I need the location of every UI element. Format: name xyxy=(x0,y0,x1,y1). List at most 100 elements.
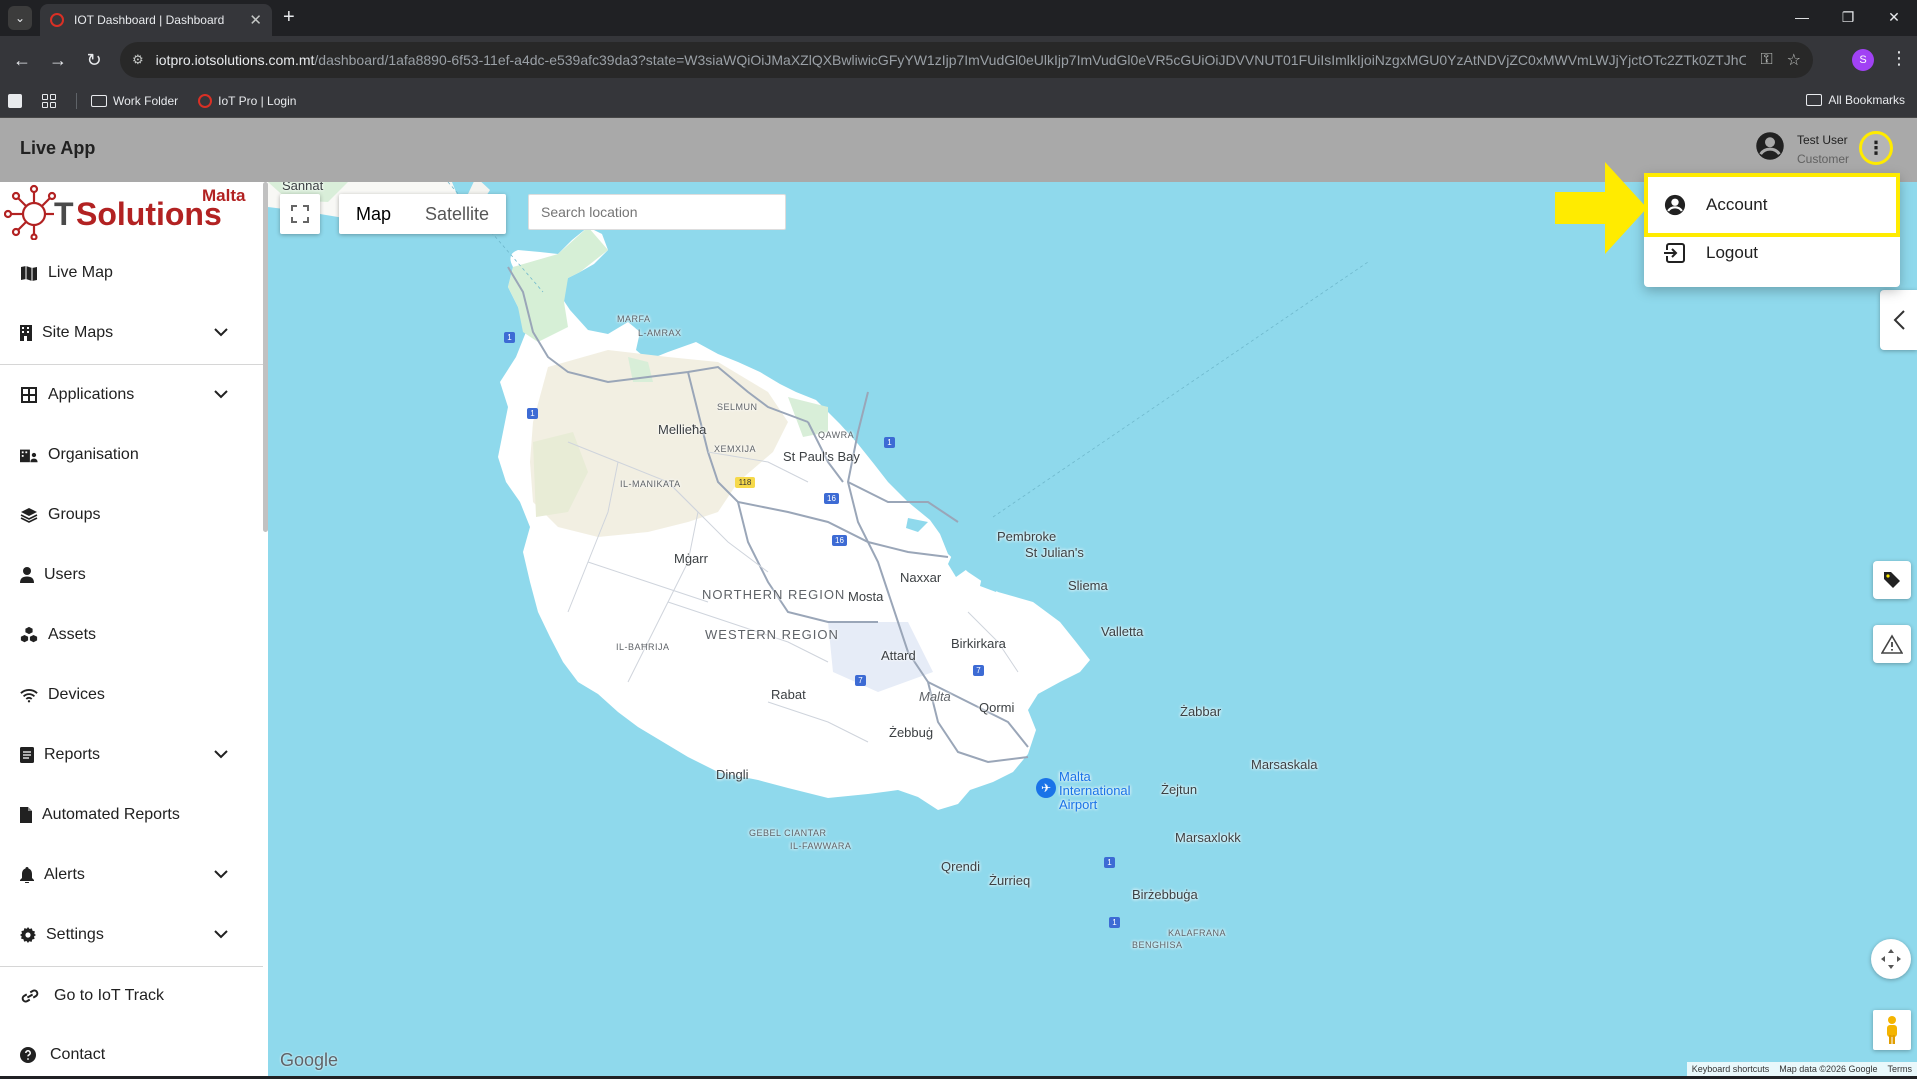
menu-item-label: Account xyxy=(1706,195,1767,215)
new-tab-icon[interactable]: + xyxy=(283,7,295,27)
sidebar-item-groups[interactable]: Groups xyxy=(0,491,260,539)
tab-groups-icon[interactable] xyxy=(42,94,56,108)
map-label: Mellieħa xyxy=(658,422,706,437)
sidebar-item-settings[interactable]: Settings xyxy=(0,911,260,959)
road-shield: 1 xyxy=(527,408,538,419)
map-label: XEMXIJA xyxy=(714,444,756,454)
profile-avatar[interactable]: S xyxy=(1852,49,1874,71)
bookmark-iot-pro-login[interactable]: IoT Pro | Login xyxy=(198,94,296,108)
sidebar-item-alerts[interactable]: Alerts xyxy=(0,851,260,899)
map-label: IL-BAĦRIJA xyxy=(616,642,670,652)
warning-icon xyxy=(1881,634,1903,654)
restore-icon[interactable]: ❐ xyxy=(1825,0,1871,34)
apps-square-icon[interactable] xyxy=(8,94,22,108)
bell-icon xyxy=(20,866,34,884)
map-label: Birżebbuġa xyxy=(1132,887,1198,902)
road-shield: 1 xyxy=(1109,917,1120,928)
reload-icon[interactable]: ↻ xyxy=(82,48,106,72)
sidebar-item-organisation[interactable]: Organisation xyxy=(0,431,260,479)
map-data-text: Map data ©2026 Google xyxy=(1774,1064,1882,1074)
airport-icon[interactable]: ✈ xyxy=(1036,778,1056,798)
map-label: QAWRA xyxy=(818,430,854,440)
map-icon xyxy=(20,264,38,282)
tab-search-icon[interactable]: ⌄ xyxy=(8,6,32,30)
map-label: IL-FAWWARA xyxy=(790,841,851,851)
all-bookmarks-label: All Bookmarks xyxy=(1828,93,1905,107)
alert-button[interactable] xyxy=(1873,625,1911,663)
browser-menu-icon[interactable]: ⋮ xyxy=(1890,48,1908,69)
browser-tab-bar: ⌄ IOT Dashboard | Dashboard ✕ + — ❐ ✕ xyxy=(0,0,1917,36)
menu-item-logout[interactable]: Logout xyxy=(1644,229,1900,277)
map-type-satellite-button[interactable]: Satellite xyxy=(408,194,506,234)
menu-item-account[interactable]: Account xyxy=(1644,181,1900,229)
minimize-icon[interactable]: — xyxy=(1779,0,1825,34)
all-bookmarks[interactable]: All Bookmarks xyxy=(1806,93,1905,107)
map-canvas[interactable]: Sannat MARFA L-AMRAX SELMUN Mellieħa QAW… xyxy=(268,182,1917,1076)
sidebar-item-live-map[interactable]: Live Map xyxy=(0,249,260,297)
tag-button[interactable] xyxy=(1873,561,1911,599)
sidebar-item-reports[interactable]: Reports xyxy=(0,731,260,779)
chevron-down-icon xyxy=(212,925,230,943)
tab-close-icon[interactable]: ✕ xyxy=(249,11,262,29)
tab-title: IOT Dashboard | Dashboard xyxy=(74,13,249,27)
cubes-icon xyxy=(20,626,38,644)
map-label: Sliema xyxy=(1068,578,1108,593)
sidebar-item-label: Devices xyxy=(48,686,105,704)
sidebar-item-go-to-iot-track[interactable]: Go to IoT Track xyxy=(0,972,260,1020)
sidebar-item-contact[interactable]: Contact xyxy=(0,1031,260,1079)
street-view-pegman[interactable] xyxy=(1873,1010,1911,1050)
user-menu-button[interactable]: ⋮ xyxy=(1859,131,1893,165)
chevron-down-icon xyxy=(212,865,230,883)
logout-icon xyxy=(1664,242,1686,264)
account-circle-icon[interactable] xyxy=(1755,131,1785,161)
sidebar-item-site-maps[interactable]: Site Maps xyxy=(0,309,260,357)
sidebar-item-label: Live Map xyxy=(48,264,113,282)
account-circle-icon xyxy=(1664,194,1686,216)
iot-solutions-logo[interactable]: T Solutions Malta xyxy=(4,184,258,240)
password-key-icon[interactable]: ⚿ xyxy=(1760,51,1772,69)
sidebar-item-devices[interactable]: Devices xyxy=(0,671,260,719)
browser-toolbar: ← → ↻ ⚙ iotpro.iotsolutions.com.mt/dashb… xyxy=(0,36,1917,84)
collapse-panel-button[interactable] xyxy=(1880,290,1917,350)
forward-icon[interactable]: → xyxy=(46,48,70,72)
road-shield: 1 xyxy=(884,437,895,448)
fullscreen-button[interactable] xyxy=(280,194,320,234)
map-label: Qrendi xyxy=(941,859,980,874)
keyboard-shortcuts-link[interactable]: Keyboard shortcuts xyxy=(1687,1064,1775,1074)
sidebar-item-users[interactable]: Users xyxy=(0,551,260,599)
window-close-icon[interactable]: ✕ xyxy=(1871,0,1917,34)
url-text: iotpro.iotsolutions.com.mt/dashboard/1af… xyxy=(156,52,1747,68)
sidebar-divider xyxy=(0,364,263,365)
search-location-input[interactable] xyxy=(528,194,786,230)
browser-tab[interactable]: IOT Dashboard | Dashboard ✕ xyxy=(40,4,272,36)
map-label: Valletta xyxy=(1101,624,1143,639)
arrow-right-icon xyxy=(1555,162,1647,254)
back-icon[interactable]: ← xyxy=(10,48,34,72)
map-label: KALAFRANA xyxy=(1168,928,1226,938)
organisation-icon xyxy=(20,446,38,464)
svg-text:Solutions: Solutions xyxy=(76,196,222,232)
sidebar-scrollbar[interactable] xyxy=(263,182,268,532)
map-type-map-button[interactable]: Map xyxy=(339,194,408,234)
road-shield: 1 xyxy=(1104,857,1115,868)
terms-link[interactable]: Terms xyxy=(1883,1064,1917,1074)
sidebar-item-assets[interactable]: Assets xyxy=(0,611,260,659)
map-label: Qormi xyxy=(979,700,1014,715)
sidebar-item-applications[interactable]: Applications xyxy=(0,371,260,419)
map-camera-control[interactable] xyxy=(1871,939,1911,979)
bookmark-label: Work Folder xyxy=(113,94,178,108)
bookmark-work-folder[interactable]: Work Folder xyxy=(91,94,178,108)
google-logo: Google xyxy=(280,1050,338,1071)
map-label: WESTERN REGION xyxy=(705,627,839,642)
folder-icon xyxy=(91,95,107,107)
page-title: Live App xyxy=(20,138,95,159)
map-label: Naxxar xyxy=(900,570,941,585)
address-bar[interactable]: ⚙ iotpro.iotsolutions.com.mt/dashboard/1… xyxy=(120,42,1813,78)
help-icon xyxy=(20,1046,36,1064)
site-info-icon[interactable]: ⚙ xyxy=(132,52,144,68)
road-shield: 16 xyxy=(824,493,839,504)
menu-item-label: Logout xyxy=(1706,243,1758,263)
sidebar-item-automated-reports[interactable]: Automated Reports xyxy=(0,791,260,839)
bookmark-star-icon[interactable]: ☆ xyxy=(1787,50,1801,70)
fullscreen-icon xyxy=(291,205,309,223)
